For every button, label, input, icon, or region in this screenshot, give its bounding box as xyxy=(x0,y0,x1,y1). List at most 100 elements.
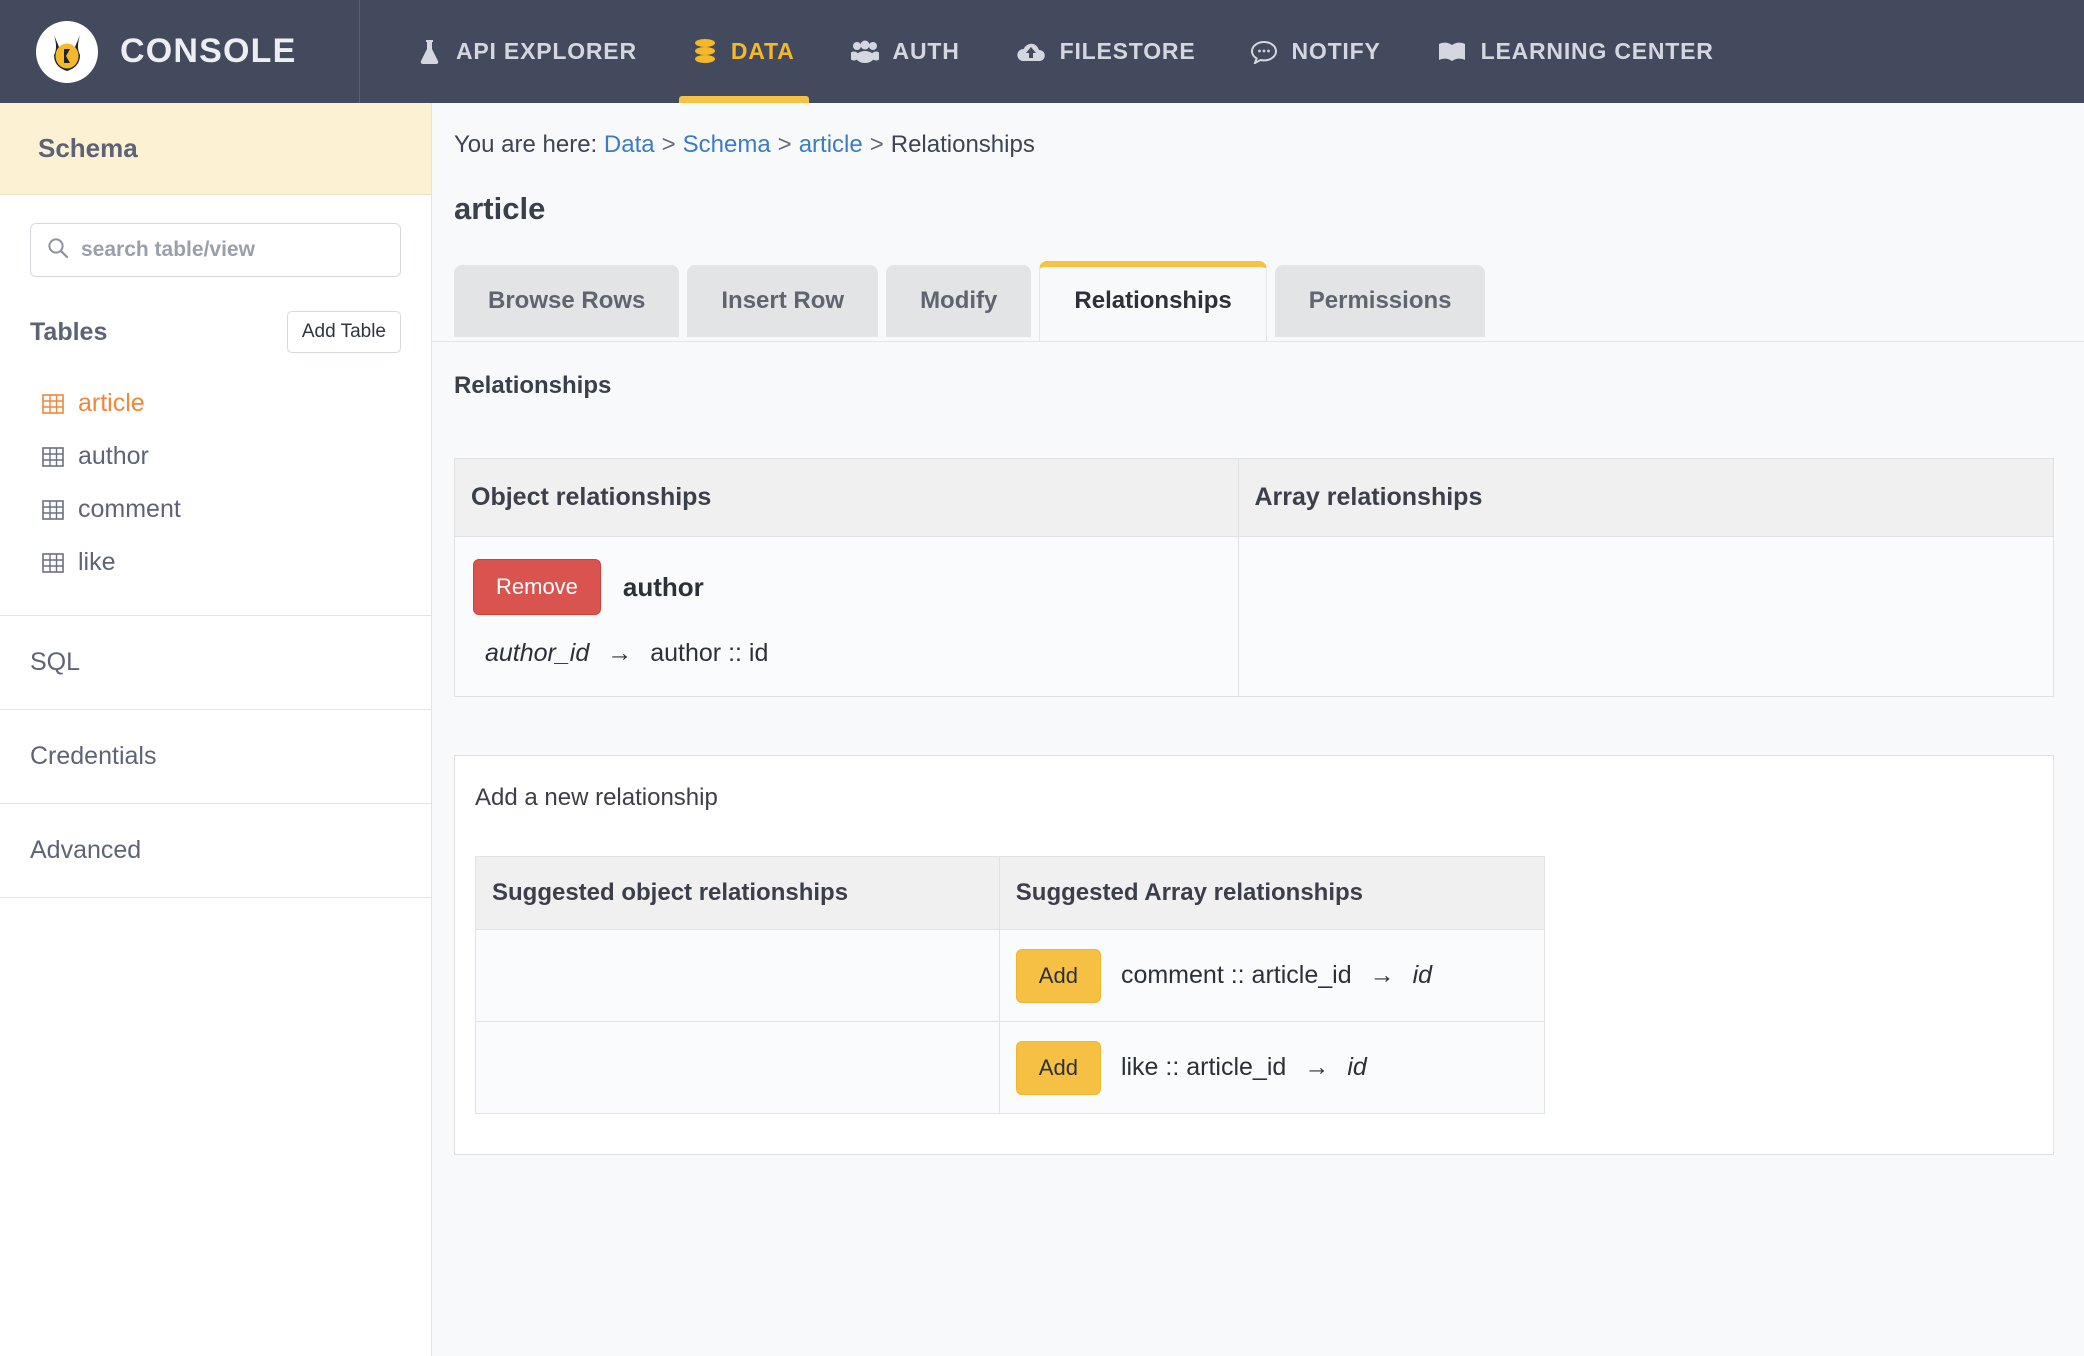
tab-bar: Browse Rows Insert Row Modify Relationsh… xyxy=(432,227,2084,342)
brand-area[interactable]: CONSOLE xyxy=(0,0,360,103)
relationship-entry: Remove author xyxy=(473,559,1238,615)
sidebar-table-label: like xyxy=(78,548,116,576)
column-header-suggested-array: Suggested Array relationships xyxy=(998,856,1546,930)
add-relationship-button[interactable]: Add xyxy=(1015,948,1101,1003)
table-header-row: Object relationships Array relationships xyxy=(454,458,2054,537)
hasura-mascot-icon xyxy=(36,20,98,83)
object-relationships-cell: Remove author author_id → author :: id xyxy=(454,536,1239,697)
cloud-upload-icon xyxy=(1016,41,1046,63)
nav-item-auth[interactable]: AUTH xyxy=(823,0,988,103)
table-header-row: Suggested object relationships Suggested… xyxy=(475,856,1546,930)
column-header-suggested-object: Suggested object relationships xyxy=(475,856,1000,930)
nav-label: DATA xyxy=(730,38,795,64)
relationships-table: Object relationships Array relationships… xyxy=(454,458,2054,697)
breadcrumb-prefix: You are here: xyxy=(454,131,598,158)
suggested-mapping: comment :: article_id → id xyxy=(1121,961,1432,990)
nav-item-api-explorer[interactable]: API EXPLORER xyxy=(390,0,665,103)
sidebar-item-advanced[interactable]: Advanced xyxy=(0,804,431,898)
suggested-array-entry: Add comment :: article_id → id xyxy=(1015,948,1544,1003)
sidebar-table-comment[interactable]: comment xyxy=(30,483,401,536)
tables-label: Tables xyxy=(30,317,108,346)
top-navigation-bar: CONSOLE API EXPLORER DATA AUTH FILESTORE… xyxy=(0,0,2084,103)
relationship-name: author xyxy=(622,571,704,602)
relationship-target: author :: id xyxy=(650,639,769,667)
add-relationship-title: Add a new relationship xyxy=(475,784,718,811)
table-row: Add comment :: article_id → id xyxy=(475,929,1546,1022)
add-table-button[interactable]: Add Table xyxy=(286,311,401,353)
suggested-target: id xyxy=(1347,1053,1367,1081)
users-icon xyxy=(850,40,879,64)
breadcrumb-link-data[interactable]: Data xyxy=(604,131,655,158)
nav-item-data[interactable]: DATA xyxy=(665,0,823,103)
add-relationship-button[interactable]: Add xyxy=(1015,1040,1101,1095)
breadcrumb-link-schema[interactable]: Schema xyxy=(683,131,771,158)
flask-icon xyxy=(418,39,442,65)
suggested-object-cell xyxy=(475,1021,1000,1114)
chat-bubble-icon xyxy=(1251,40,1278,64)
nav-label: NOTIFY xyxy=(1291,38,1381,64)
tab-relationships[interactable]: Relationships xyxy=(1039,261,1267,341)
sidebar-table-like[interactable]: like xyxy=(30,536,401,589)
sidebar-table-author[interactable]: author xyxy=(30,430,401,483)
tab-browse-rows[interactable]: Browse Rows xyxy=(454,265,680,337)
breadcrumb-separator: > xyxy=(777,131,792,158)
nav-label: API EXPLORER xyxy=(456,38,637,64)
sidebar-tables-section: Tables Add Table article xyxy=(0,195,431,616)
arrow-right-icon: → xyxy=(1304,1053,1330,1081)
brand-title: CONSOLE xyxy=(120,32,297,70)
nav-label: AUTH xyxy=(892,38,960,64)
table-grid-icon xyxy=(42,446,64,467)
database-icon xyxy=(693,38,717,66)
arrow-right-icon: → xyxy=(1369,961,1395,989)
table-row: Remove author author_id → author :: id xyxy=(454,536,2054,697)
nav-items: API EXPLORER DATA AUTH FILESTORE NOTIFY … xyxy=(360,0,1742,103)
sidebar-item-credentials[interactable]: Credentials xyxy=(0,710,431,804)
sidebar: Schema Tables Add Table xyxy=(0,103,432,1356)
schema-header: Schema xyxy=(0,103,431,195)
tab-insert-row[interactable]: Insert Row xyxy=(687,265,879,337)
column-header-array-relationships: Array relationships xyxy=(1237,458,2054,537)
add-relationship-panel: Add a new relationship Suggested object … xyxy=(454,755,2054,1155)
breadcrumb: You are here: Data > Schema > article > Relati… xyxy=(432,103,2084,159)
table-row: Add like :: article_id → id xyxy=(475,1021,1546,1114)
sidebar-item-sql[interactable]: SQL xyxy=(0,616,431,710)
relationship-mapping: author_id → author :: id xyxy=(473,639,1238,668)
nav-label: LEARNING CENTER xyxy=(1480,38,1714,64)
relationships-section-label: Relationships xyxy=(454,372,612,399)
page-title: article xyxy=(454,191,546,226)
table-grid-icon xyxy=(42,393,64,414)
suggested-array-cell: Add like :: article_id → id xyxy=(998,1021,1546,1114)
search-input[interactable] xyxy=(81,238,384,262)
suggested-array-cell: Add comment :: article_id → id xyxy=(998,929,1546,1022)
suggested-source: comment :: article_id xyxy=(1120,961,1352,989)
nav-label: FILESTORE xyxy=(1059,38,1196,64)
search-box[interactable] xyxy=(30,223,401,277)
sidebar-table-label: article xyxy=(78,389,145,417)
breadcrumb-separator: > xyxy=(869,131,884,158)
breadcrumb-current: Relationships xyxy=(890,131,1035,158)
nav-item-notify[interactable]: NOTIFY xyxy=(1223,0,1408,103)
breadcrumb-separator: > xyxy=(661,131,676,158)
array-relationships-cell xyxy=(1237,536,2054,697)
search-icon xyxy=(47,237,69,264)
suggested-array-entry: Add like :: article_id → id xyxy=(1015,1040,1544,1095)
sidebar-table-article[interactable]: article xyxy=(30,377,401,430)
relationship-source-column: author_id xyxy=(485,639,590,667)
tab-modify[interactable]: Modify xyxy=(886,265,1032,337)
table-grid-icon xyxy=(42,499,64,520)
column-header-object-relationships: Object relationships xyxy=(454,458,1239,537)
suggested-source: like :: article_id xyxy=(1120,1053,1287,1081)
suggested-object-cell xyxy=(475,929,1000,1022)
main-content: You are here: Data > Schema > article > Relati… xyxy=(432,103,2084,1356)
suggested-target: id xyxy=(1412,961,1433,989)
book-icon xyxy=(1437,40,1467,64)
nav-item-learning-center[interactable]: LEARNING CENTER xyxy=(1409,0,1742,103)
tab-permissions[interactable]: Permissions xyxy=(1274,265,1486,337)
nav-item-filestore[interactable]: FILESTORE xyxy=(988,0,1224,103)
sidebar-table-label: author xyxy=(78,442,149,470)
breadcrumb-link-article[interactable]: article xyxy=(799,131,863,158)
arrow-right-icon: → xyxy=(607,639,633,667)
table-list: article author comment like xyxy=(30,377,401,589)
schema-title: Schema xyxy=(38,133,138,163)
remove-relationship-button[interactable]: Remove xyxy=(473,559,601,615)
